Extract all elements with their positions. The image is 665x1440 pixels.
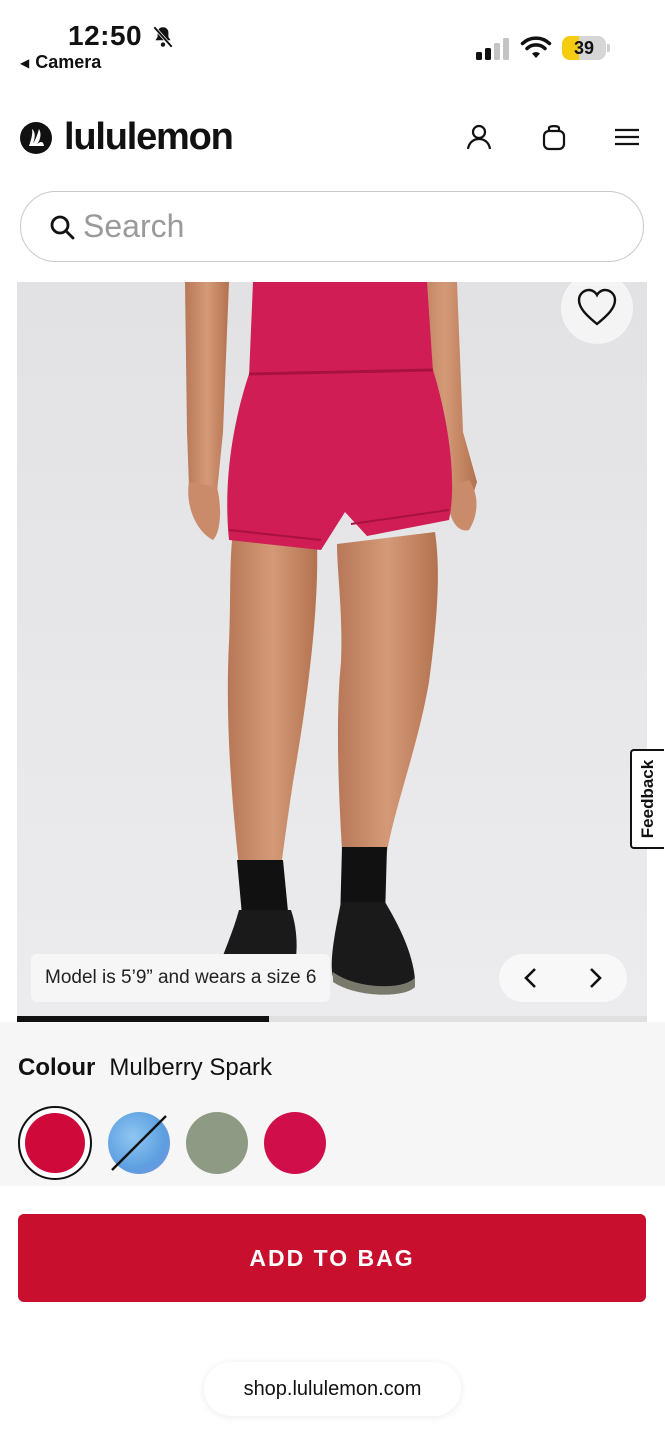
colour-swatch[interactable] [108, 1112, 170, 1174]
back-app-label: Camera [35, 52, 102, 72]
heart-icon [577, 288, 617, 326]
colour-selector: Colour Mulberry Spark [0, 1022, 665, 1186]
unavailable-slash-icon [111, 1115, 167, 1171]
search-icon [50, 215, 75, 239]
search-placeholder: Search [83, 208, 185, 244]
model-size-caption: Model is 5’9” and wears a size 6 [31, 954, 331, 1002]
battery-indicator: 39 [562, 36, 610, 60]
wifi-icon [520, 36, 552, 58]
image-carousel-controls [499, 954, 627, 1002]
battery-percent: 39 [573, 38, 595, 58]
chevron-left-icon[interactable] [520, 967, 542, 989]
cellular-signal-icon [476, 38, 509, 60]
back-triangle-icon: ◀ [20, 55, 30, 70]
colour-swatch[interactable] [264, 1112, 326, 1174]
add-to-bag-button[interactable]: ADD TO BAG [18, 1214, 646, 1302]
bell-muted-icon [153, 26, 173, 48]
lululemon-logo-icon[interactable] [20, 122, 52, 154]
selected-colour-name: Mulberry Spark [109, 1054, 273, 1081]
colour-label: Colour [18, 1054, 96, 1081]
status-time: 12:50 [68, 20, 143, 51]
brand-name[interactable]: lululemon [64, 116, 234, 159]
product-image-gallery[interactable]: Model is 5’9” and wears a size 6 [17, 282, 647, 1022]
search-input[interactable]: Search [20, 191, 644, 262]
back-to-app-link[interactable]: ◀ Camera [20, 52, 101, 73]
product-photo [17, 282, 647, 1022]
site-header: lululemon [0, 108, 665, 168]
colour-swatch[interactable] [186, 1112, 248, 1174]
chevron-right-icon[interactable] [584, 967, 606, 989]
hamburger-menu-icon[interactable] [612, 122, 642, 152]
colour-swatch[interactable] [18, 1106, 92, 1180]
feedback-label: Feedback [638, 759, 657, 839]
browser-url-bar[interactable]: shop.lululemon.com [204, 1362, 461, 1416]
status-bar: 12:50 ◀ Camera 39 [0, 0, 665, 80]
feedback-tab[interactable]: Feedback [630, 749, 664, 849]
shopping-bag-icon[interactable] [539, 122, 569, 152]
colour-swatches [18, 1106, 326, 1180]
account-icon[interactable] [464, 122, 494, 152]
